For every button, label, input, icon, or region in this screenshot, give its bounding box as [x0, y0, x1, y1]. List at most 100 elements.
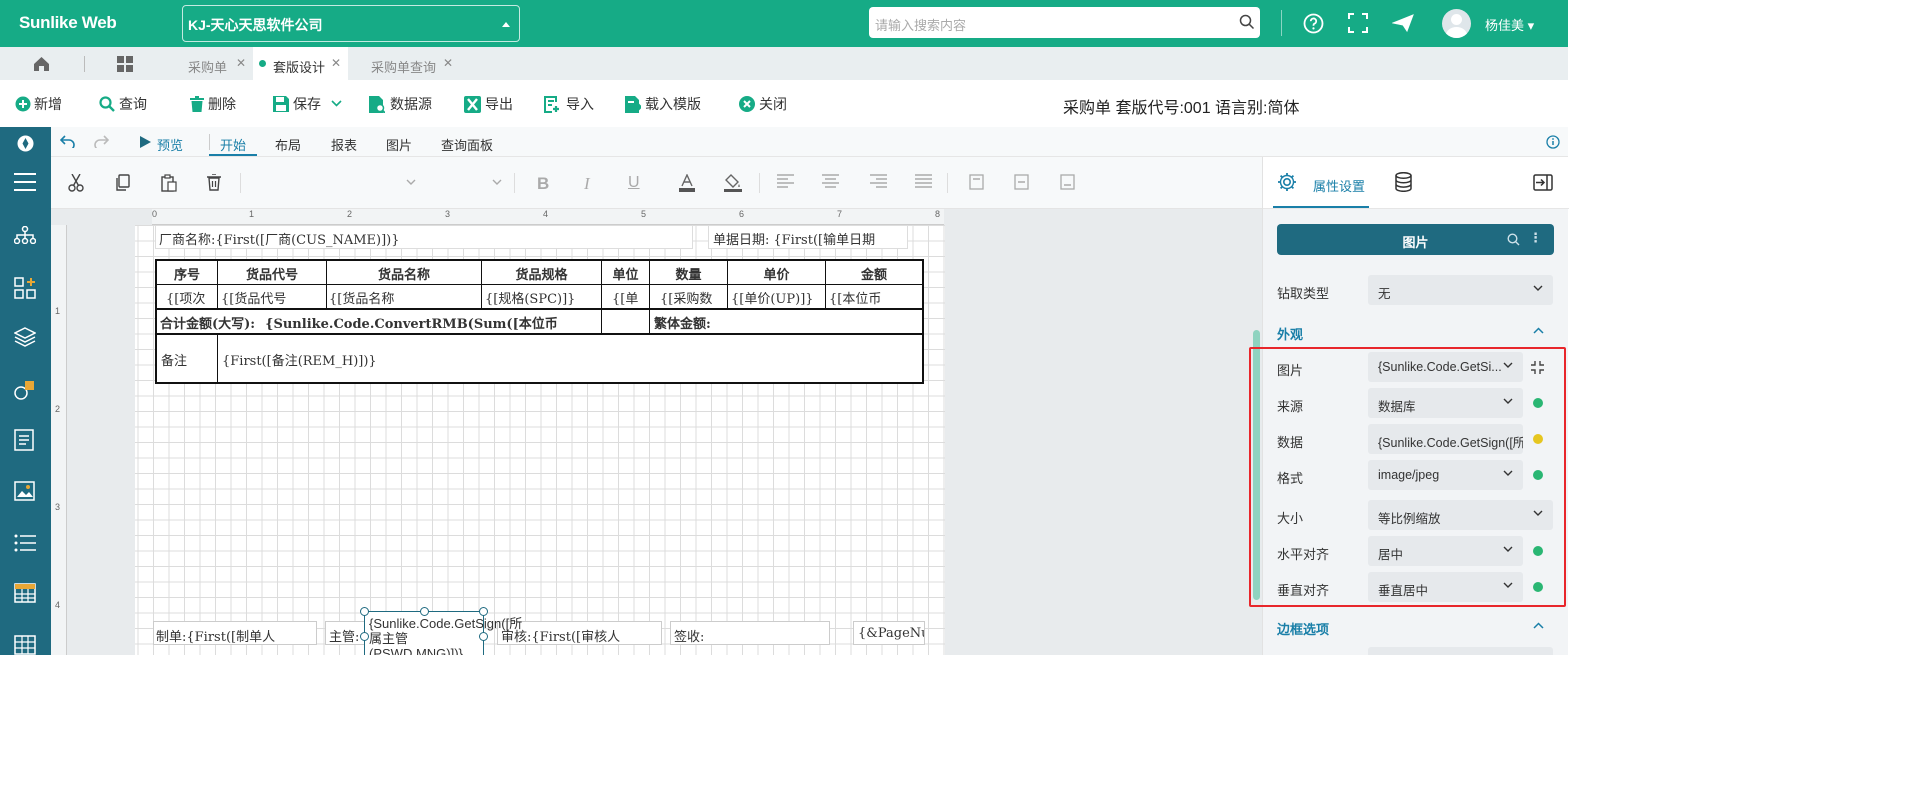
undo-icon[interactable] [60, 135, 75, 148]
tab-start[interactable]: 开始 [220, 135, 246, 154]
bold-icon[interactable]: B [537, 174, 549, 194]
vendor-field[interactable]: 厂商名称:{First([厂商(CUS_NAME)])} [155, 225, 693, 249]
fullscreen-icon[interactable] [1348, 13, 1368, 33]
tab-purchase-query[interactable]: 采购单查询 ✕ [352, 47, 460, 80]
resize-handle[interactable] [360, 632, 369, 641]
tab-property-settings[interactable]: 属性设置 [1313, 176, 1365, 195]
detail-cell[interactable]: {[本位币 [829, 288, 919, 307]
object-selector[interactable]: 图片 ⋮ [1277, 224, 1554, 255]
remark-field[interactable]: {First([备注(REM_H)])} [222, 350, 622, 369]
hierarchy-icon[interactable] [14, 226, 36, 244]
resize-handle[interactable] [479, 607, 488, 616]
datasource-button[interactable]: 数据源 [369, 95, 435, 115]
align-right-icon[interactable] [870, 174, 887, 188]
valign-bottom-icon[interactable] [1060, 174, 1075, 190]
plane-icon[interactable] [1392, 13, 1414, 33]
valign-top-icon[interactable] [969, 174, 984, 190]
total-amount-field[interactable]: 合计金额(大写): {Sunlike.Code.ConvertRMB(Sum([本… [160, 313, 600, 332]
avatar[interactable] [1442, 9, 1471, 38]
widgets-icon[interactable] [14, 277, 36, 299]
column-header[interactable]: 货品规格 [482, 264, 601, 283]
section-appearance[interactable]: 外观 [1277, 324, 1303, 343]
align-center-icon[interactable] [822, 174, 839, 188]
chevron-up-icon[interactable] [1533, 622, 1544, 629]
design-canvas[interactable]: 0 1 2 3 4 5 6 7 8 1 2 3 4 5 厂商名称:{First(… [51, 209, 1262, 655]
import-button[interactable]: 导入 [544, 95, 596, 115]
copy-icon[interactable] [116, 174, 130, 191]
fill-color-icon[interactable] [724, 174, 742, 192]
list-icon[interactable] [14, 534, 36, 552]
search-icon[interactable] [1507, 233, 1520, 246]
save-button[interactable]: 保存 [273, 95, 345, 115]
close-icon[interactable]: ✕ [443, 56, 453, 70]
load-template-button[interactable]: 载入模版 [625, 95, 707, 115]
selected-image-field[interactable]: {Sunlike.Code.GetSign([所属主管(PSWD.MNG)])} [364, 611, 522, 655]
detail-cell[interactable]: {[规格(SPC)]} [485, 288, 600, 307]
tab-image[interactable]: 图片 [386, 135, 412, 154]
query-button[interactable]: 查询 [99, 95, 151, 115]
detail-cell[interactable]: {[单 [612, 288, 648, 307]
detail-cell[interactable]: {[货品名称 [329, 288, 480, 307]
page-number-field[interactable]: {&PageNu [853, 621, 925, 645]
maker-field[interactable]: 制单:{First([制单人 [153, 621, 317, 645]
drill-type-select[interactable]: 无 [1368, 275, 1553, 305]
remark-label[interactable]: 备注 [161, 350, 215, 369]
tab-template-design[interactable]: 套版设计 ✕ [253, 47, 348, 80]
align-justify-icon[interactable] [915, 174, 932, 188]
grid-apps-icon[interactable] [117, 56, 134, 72]
resize-handle[interactable] [479, 632, 488, 641]
search-icon[interactable] [1239, 14, 1255, 30]
detail-cell[interactable]: {[单价(UP)]} [731, 288, 824, 307]
cut-icon[interactable] [68, 174, 84, 192]
traditional-amount-label[interactable]: 繁体金额: [654, 313, 854, 332]
report-page[interactable]: 厂商名称:{First([厂商(CUS_NAME)])} 单据日期: {First… [135, 225, 945, 655]
preview-button[interactable]: 预览 [137, 133, 197, 153]
paste-icon[interactable] [161, 174, 177, 192]
database-icon[interactable] [1395, 172, 1412, 192]
column-header[interactable]: 货品名称 [327, 264, 481, 283]
font-family-dropdown-icon[interactable] [406, 179, 416, 186]
compass-icon[interactable] [17, 135, 34, 152]
resize-handle[interactable] [360, 607, 369, 616]
close-icon[interactable]: ✕ [331, 56, 341, 70]
trash-icon[interactable] [207, 174, 221, 191]
tab-purchase-order[interactable]: 采购单 ✕ [170, 47, 253, 80]
export-button[interactable]: 导出 [464, 95, 516, 115]
menu-icon[interactable] [14, 173, 36, 191]
column-header[interactable]: 金额 [826, 264, 922, 283]
detail-cell[interactable]: {[货品代号 [221, 288, 325, 307]
user-menu[interactable]: 杨佳美 ▾ [1485, 15, 1534, 34]
valign-middle-icon[interactable] [1014, 174, 1029, 190]
help-icon[interactable] [1303, 13, 1324, 34]
font-color-icon[interactable] [679, 174, 695, 192]
supervisor-label[interactable]: 主管: [325, 621, 365, 645]
info-icon[interactable] [1546, 135, 1560, 149]
redo-icon[interactable] [94, 135, 109, 148]
close-button[interactable]: 关闭 [739, 95, 791, 115]
search-input[interactable]: 请输入搜索内容 [869, 7, 1260, 38]
grid-icon[interactable] [14, 635, 36, 655]
align-left-icon[interactable] [777, 174, 794, 188]
column-header[interactable]: 单位 [602, 264, 649, 283]
detail-cell[interactable]: {[项次 [166, 288, 217, 307]
shapes-icon[interactable] [14, 379, 36, 401]
tab-layout[interactable]: 布局 [275, 135, 301, 154]
underline-icon[interactable]: U [628, 174, 640, 192]
tab-report[interactable]: 报表 [331, 135, 357, 154]
column-header[interactable]: 货品代号 [218, 264, 326, 283]
layers-icon[interactable] [14, 327, 36, 347]
close-icon[interactable]: ✕ [236, 56, 246, 70]
collapse-panel-icon[interactable] [1533, 174, 1553, 191]
document-icon[interactable] [14, 429, 34, 451]
column-header[interactable]: 序号 [157, 264, 217, 283]
chevron-down-icon[interactable] [331, 100, 342, 107]
resize-handle[interactable] [420, 607, 429, 616]
column-header[interactable]: 数量 [650, 264, 727, 283]
delete-button[interactable]: 删除 [190, 95, 242, 115]
image-icon[interactable] [14, 481, 35, 501]
detail-table[interactable]: 序号 货品代号 货品名称 货品规格 单位 数量 单价 金额 {[项次 {[货品代… [155, 259, 924, 384]
detail-cell[interactable]: {[采购数 [660, 288, 726, 307]
new-button[interactable]: 新增 [15, 95, 67, 115]
tab-query-panel[interactable]: 查询面板 [441, 135, 493, 154]
receiver-field[interactable]: 签收: [670, 621, 830, 645]
